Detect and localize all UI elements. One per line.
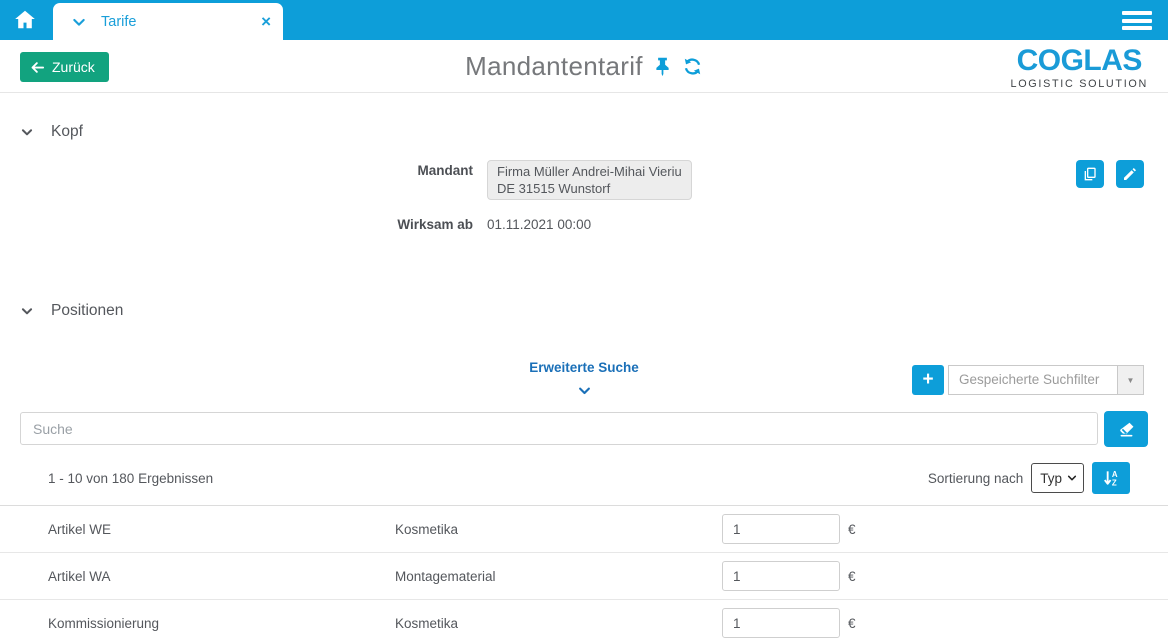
price-input[interactable]: [722, 514, 840, 544]
header-action-buttons: [1076, 160, 1144, 188]
menu-button[interactable]: [1122, 11, 1152, 30]
wirksam-label: Wirksam ab: [0, 217, 473, 232]
advanced-search-link[interactable]: Erweiterte Suche: [529, 360, 639, 375]
refresh-icon[interactable]: [682, 56, 703, 77]
tab-tarife[interactable]: Tarife ×: [53, 3, 283, 40]
saved-filters-dropdown[interactable]: Gespeicherte Suchfilter ▼: [948, 365, 1144, 395]
wirksam-value: 01.11.2021 00:00: [487, 217, 591, 232]
dropdown-caret-icon[interactable]: ▼: [1117, 366, 1143, 394]
logo-wordmark: COGLAS: [1011, 46, 1149, 76]
sort-field-value: Typ: [1040, 471, 1062, 486]
clear-search-button[interactable]: [1104, 411, 1148, 447]
home-button[interactable]: [0, 0, 50, 40]
results-count: 1 - 10 von 180 Ergebnissen: [48, 471, 213, 486]
sort-az-icon: A Z: [1101, 468, 1121, 488]
pin-icon[interactable]: [652, 56, 673, 77]
tab-chevron-down-icon[interactable]: [71, 14, 87, 30]
currency-label: €: [848, 616, 856, 631]
page-title: Mandantentarif: [465, 51, 643, 82]
mandant-line2: DE 31515 Wunstorf: [497, 180, 682, 197]
svg-text:Z: Z: [1112, 479, 1117, 488]
position-type: Kommissionierung: [48, 616, 395, 631]
mandant-value-box: Firma Müller Andrei-Mihai Vieriu DE 3151…: [487, 160, 692, 200]
logo-subtitle: LOGISTIC SOLUTION: [1011, 78, 1149, 90]
section-positionen-header: Positionen: [0, 302, 1168, 320]
results-row: 1 - 10 von 180 Ergebnissen Sortierung na…: [0, 461, 1168, 495]
position-group: Montagematerial: [395, 569, 722, 584]
currency-label: €: [848, 569, 856, 584]
position-price-cell: €: [722, 608, 1168, 638]
tab-label: Tarife: [101, 14, 261, 30]
section-kopf-header: Kopf: [0, 123, 1168, 141]
position-price-cell: €: [722, 514, 1168, 544]
mandant-label: Mandant: [0, 160, 473, 200]
top-navigation-bar: Tarife ×: [0, 0, 1168, 40]
position-group: Kosmetika: [395, 522, 722, 537]
mandant-line1: Firma Müller Andrei-Mihai Vieriu: [497, 163, 682, 180]
kopf-collapse-chevron-icon[interactable]: [20, 125, 34, 139]
pencil-icon: [1122, 166, 1138, 182]
eraser-icon: [1117, 420, 1136, 439]
sort-controls: Sortierung nach Typ A Z: [928, 462, 1130, 494]
table-row: Kommissionierung Kosmetika €: [0, 600, 1168, 643]
mandant-row: Mandant Firma Müller Andrei-Mihai Vieriu…: [0, 160, 1168, 200]
advanced-search-chevron-down-icon[interactable]: [577, 383, 592, 398]
price-input[interactable]: [722, 608, 840, 638]
main-content: Kopf Mandant Firma Müller Andrei-Mihai V…: [0, 93, 1168, 643]
table-row: Artikel WE Kosmetika €: [0, 506, 1168, 553]
tab-close-icon[interactable]: ×: [261, 13, 271, 30]
copy-icon: [1082, 166, 1098, 182]
position-type: Artikel WE: [48, 522, 395, 537]
position-type: Artikel WA: [48, 569, 395, 584]
add-filter-button[interactable]: +: [912, 365, 944, 395]
saved-filter-controls: + Gespeicherte Suchfilter ▼: [912, 365, 1144, 395]
select-chevron-down-icon: [1067, 473, 1077, 483]
page-header: Zurück Mandantentarif COGLAS LOGISTIC SO…: [0, 40, 1168, 93]
position-price-cell: €: [722, 561, 1168, 591]
menu-bar: [1122, 11, 1152, 15]
search-input[interactable]: [20, 412, 1098, 445]
section-positionen-label: Positionen: [51, 302, 123, 320]
sort-label: Sortierung nach: [928, 471, 1023, 486]
edit-button[interactable]: [1116, 160, 1144, 188]
positionen-collapse-chevron-icon[interactable]: [20, 304, 34, 318]
table-row: Artikel WA Montagematerial €: [0, 553, 1168, 600]
copy-button[interactable]: [1076, 160, 1104, 188]
home-icon: [13, 8, 37, 32]
section-kopf-label: Kopf: [51, 123, 83, 141]
sort-direction-button[interactable]: A Z: [1092, 462, 1130, 494]
mandant-value: Firma Müller Andrei-Mihai Vieriu DE 3151…: [487, 160, 692, 200]
wirksam-row: Wirksam ab 01.11.2021 00:00: [0, 217, 1168, 232]
title-area: Mandantentarif: [0, 40, 1168, 93]
svg-text:A: A: [1112, 470, 1118, 479]
position-group: Kosmetika: [395, 616, 722, 631]
menu-bar: [1122, 19, 1152, 23]
positions-table: Artikel WE Kosmetika € Artikel WA Montag…: [0, 505, 1168, 643]
saved-filters-placeholder: Gespeicherte Suchfilter: [949, 366, 1117, 394]
menu-bar: [1122, 26, 1152, 30]
advanced-search-band: Erweiterte Suche + Gespeicherte Suchfilt…: [0, 360, 1168, 406]
sort-field-select[interactable]: Typ: [1031, 463, 1084, 493]
search-row: [20, 412, 1148, 447]
currency-label: €: [848, 522, 856, 537]
coglas-logo: COGLAS LOGISTIC SOLUTION: [1011, 46, 1149, 90]
price-input[interactable]: [722, 561, 840, 591]
